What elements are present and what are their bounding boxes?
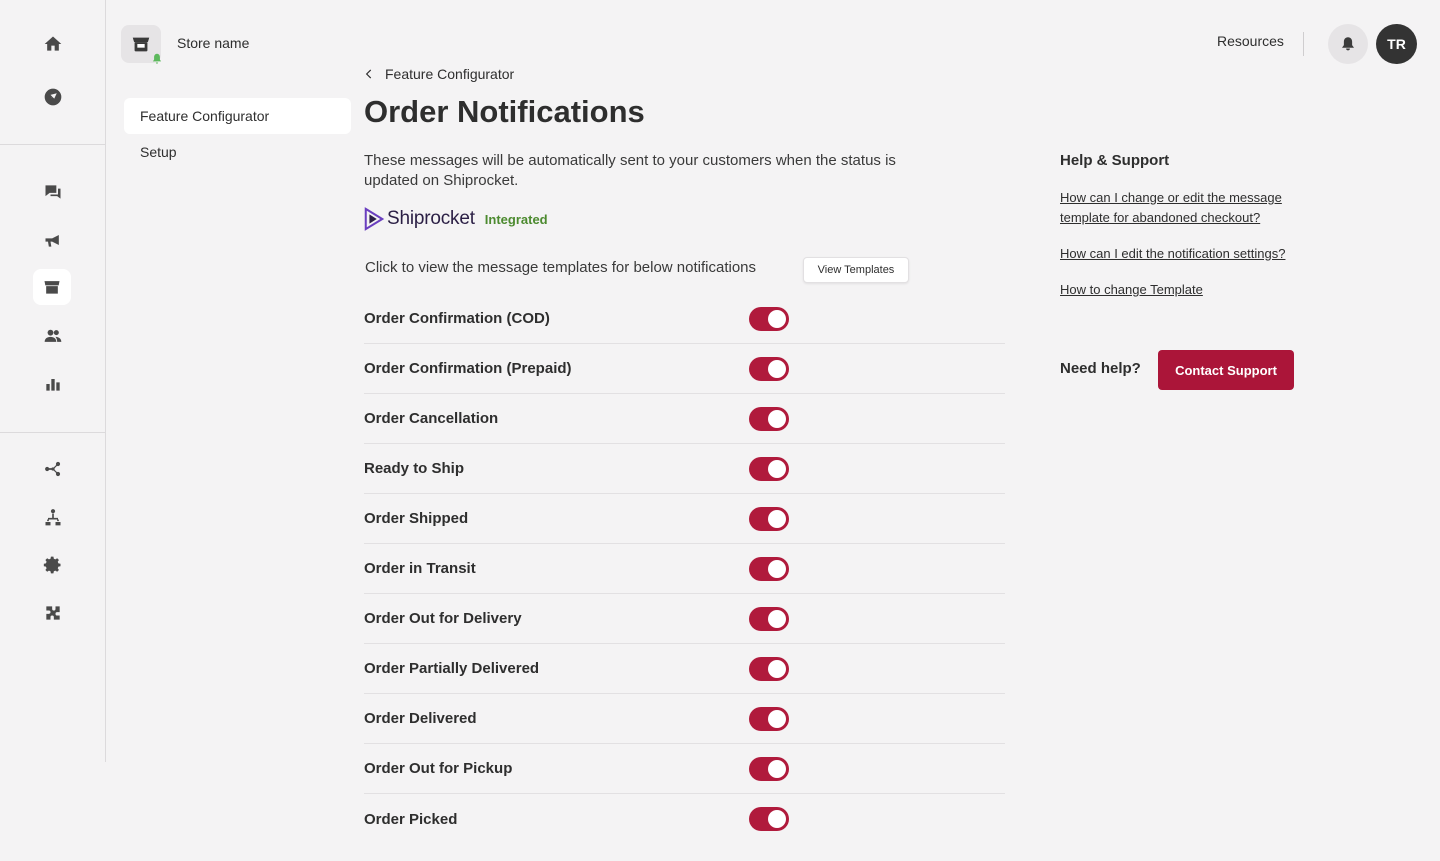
toggle-knob [768, 309, 786, 328]
help-link-notification-settings[interactable]: How can I edit the notification settings… [1060, 244, 1320, 264]
notification-row: Ready to Ship [364, 444, 1005, 494]
toggle-knob [768, 559, 786, 578]
notification-toggle[interactable] [749, 306, 789, 331]
toggle-knob [768, 509, 786, 528]
notification-row: Order Confirmation (COD) [364, 294, 1005, 344]
breadcrumb-label: Feature Configurator [385, 66, 515, 82]
notification-label: Order Confirmation (COD) [364, 310, 550, 327]
toggle-knob [768, 810, 786, 828]
notification-toggle[interactable] [749, 706, 789, 731]
help-title: Help & Support [1060, 152, 1170, 169]
notification-row: Order Picked [364, 794, 1005, 844]
toggle-knob [768, 459, 786, 478]
notification-label: Order Partially Delivered [364, 660, 540, 677]
toggle-knob [768, 359, 786, 378]
users-icon[interactable] [33, 318, 73, 354]
notification-row: Order in Transit [364, 544, 1005, 594]
notification-label: Order Picked [364, 810, 458, 828]
contact-support-button[interactable]: Contact Support [1158, 350, 1294, 390]
notification-label: Order in Transit [364, 560, 476, 577]
notification-label: Order Cancellation [364, 410, 499, 427]
notification-toggle[interactable] [749, 606, 789, 631]
notification-toggle[interactable] [749, 406, 789, 431]
page-title: Order Notifications [364, 94, 645, 129]
notification-row: Order Confirmation (Prepaid) [364, 344, 1005, 394]
notification-toggle[interactable] [749, 656, 789, 681]
view-templates-button[interactable]: View Templates [803, 257, 909, 283]
notification-label: Order Out for Pickup [364, 760, 513, 777]
notification-row: Order Cancellation [364, 394, 1005, 444]
rail-divider [0, 144, 105, 145]
toggle-knob [768, 409, 786, 428]
templates-hint: Click to view the message templates for … [365, 259, 757, 276]
bell-icon [1342, 37, 1354, 51]
toggle-knob [768, 609, 786, 628]
breadcrumb[interactable]: Feature Configurator [362, 66, 514, 82]
subnav-item-setup[interactable]: Setup [124, 134, 351, 170]
notification-toggle[interactable] [749, 556, 789, 581]
notification-toggle[interactable] [749, 356, 789, 381]
notification-label: Order Shipped [364, 510, 469, 527]
puzzle-icon[interactable] [33, 595, 73, 631]
subnav-item-feature-configurator[interactable]: Feature Configurator [124, 98, 351, 134]
toggle-knob [768, 759, 786, 778]
notification-list: Order Confirmation (COD) Order Confirmati… [364, 294, 1005, 844]
notification-row: Order Out for Pickup [364, 744, 1005, 794]
rail-divider [0, 432, 105, 433]
chat-icon[interactable] [33, 174, 73, 210]
rocket-icon[interactable] [33, 79, 73, 115]
notification-row: Order Delivered [364, 694, 1005, 744]
notification-row: Order Partially Delivered [364, 644, 1005, 694]
notification-toggle[interactable] [749, 756, 789, 781]
help-link-change-template[interactable]: How to change Template [1060, 280, 1320, 300]
megaphone-icon[interactable] [33, 222, 73, 258]
sitemap-icon[interactable] [33, 499, 73, 535]
toggle-knob [768, 709, 786, 728]
icon-rail [0, 0, 106, 762]
resources-link[interactable]: Resources [1217, 33, 1284, 49]
subnav-item-label: Feature Configurator [140, 108, 270, 124]
need-help-label: Need help? [1060, 360, 1141, 377]
home-icon[interactable] [33, 26, 73, 62]
subnav-item-label: Setup [140, 144, 177, 160]
notification-label: Ready to Ship [364, 460, 465, 477]
notification-label: Order Confirmation (Prepaid) [364, 360, 572, 377]
notifications-button[interactable] [1328, 24, 1368, 64]
store-name: Store name [177, 35, 250, 51]
notification-toggle[interactable] [749, 807, 789, 831]
header-divider [1303, 32, 1304, 56]
notification-label: Order Delivered [364, 710, 477, 727]
integration-row: Shiprocket Integrated [363, 207, 548, 231]
help-links: How can I change or edit the message tem… [1060, 188, 1320, 316]
notification-row: Order Shipped [364, 494, 1005, 544]
notification-toggle[interactable] [749, 506, 789, 531]
notification-row: Order Out for Delivery [364, 594, 1005, 644]
integrated-badge: Integrated [484, 211, 548, 227]
shiprocket-logo-text: Shiprocket [387, 208, 475, 229]
store-icon[interactable] [33, 269, 71, 305]
chevron-left-icon [365, 69, 372, 79]
gear-icon[interactable] [33, 547, 73, 583]
shiprocket-logo-icon [364, 207, 385, 231]
user-avatar[interactable]: TR [1376, 24, 1417, 64]
status-dot-icon [152, 53, 162, 64]
bar-chart-icon[interactable] [33, 366, 73, 402]
notification-label: Order Out for Delivery [364, 610, 522, 627]
notification-toggle[interactable] [749, 456, 789, 481]
page-description: These messages will be automatically sen… [364, 152, 896, 189]
toggle-knob [768, 659, 786, 678]
flow-icon[interactable] [33, 451, 73, 487]
help-link-abandoned-checkout[interactable]: How can I change or edit the message tem… [1060, 188, 1320, 228]
